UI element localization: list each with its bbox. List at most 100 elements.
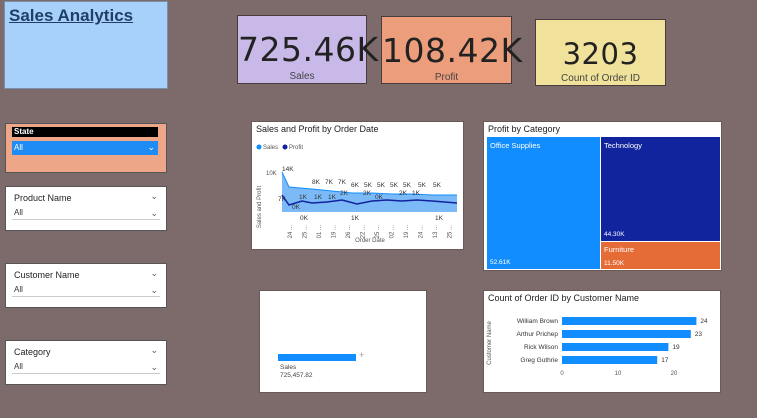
bar-value-label: 24 [700,318,708,325]
treemap-tile-value: 11.50K [604,260,625,267]
profit-data-label: 2K [363,190,372,197]
treemap-tile-label: Office Supplies [490,141,541,150]
profit-data-label: 1K [328,194,337,201]
state-dropdown-value: All [14,143,23,152]
sales-data-label: 5K [377,182,386,189]
bar-chart-ylabel: Customer Name [487,321,493,365]
x-tick-label: 24 ... [419,225,425,239]
bar[interactable] [562,343,669,351]
x-tick-label: 25 ... [448,225,454,239]
kpi-profit-card[interactable]: 108.42K Profit [381,16,523,84]
legend-sales-marker [256,144,262,150]
chevron-down-icon: ⌄ [150,362,158,372]
customer-slicer-header: Customer Name [14,270,80,280]
state-slicer[interactable]: State All ⌄ [5,123,167,173]
sales-data-label: 5K [390,182,399,189]
sales-profit-line-chart[interactable]: Sales and Profit by Order Date Sales Pro… [251,121,464,250]
kpi-profit-label: Profit [434,72,459,83]
orders-by-customer-bar-chart[interactable]: Count of Order ID by Customer Name Custo… [483,290,721,393]
zero-data-label: 0K [292,204,301,211]
sales-data-label: 14K [282,166,294,173]
sales-data-label: 5K [433,182,442,189]
zero-data-label: 0K [300,215,309,222]
treemap-tile-value: 44.30K [604,231,625,238]
profit-data-label: 1K [299,194,308,201]
sales-data-label: 5K [364,182,373,189]
x-axis-ticks: 24 ... 25 ... 01 ... 19 ... 26 ... 22 ... 25 .… [288,225,454,239]
bar-category-label: William Brown [517,318,559,325]
x-tick-label: 22 ... [361,225,367,239]
state-dropdown[interactable]: All ⌄ [12,141,158,155]
legend-profit: Profit [289,145,303,151]
treemap-tile-label: Furniture [604,245,635,254]
x-tick-label: 13 ... [433,225,439,239]
chevron-down-icon[interactable]: ⌄ [150,345,158,356]
sales-data-label: 5K [403,182,412,189]
x-tick-label: 02 ... [390,225,396,239]
bar[interactable] [562,330,691,338]
chevron-down-icon[interactable]: ⌄ [150,191,158,202]
treemap-tile-technology[interactable]: Technology 44.30K [601,137,720,241]
bar[interactable] [562,356,658,364]
kpi-profit-value: 108.42K [382,31,523,70]
line-chart-xlabel: Order Date [355,238,385,244]
kpi-orders-value: 3203 [562,37,639,71]
chevron-down-icon: ⌄ [150,285,158,295]
chevron-down-icon[interactable]: ⌄ [150,268,158,279]
customer-slicer[interactable]: Customer Name ⌄ All ⌄ [5,263,167,308]
category-dropdown-value: All [14,362,23,371]
sales-data-label: 5K [418,182,427,189]
sales-bar [278,354,356,361]
state-slicer-header: State [12,127,158,137]
sales-data-label: 6K [351,182,360,189]
bar-x-axis: 0 10 20 [560,371,678,377]
x-tick-label: 19 ... [404,225,410,239]
sales-bar-card[interactable]: + Sales 725,457.82 [259,290,427,393]
profit-treemap[interactable]: Profit by Category Office Supplies 52.61… [483,121,722,271]
product-dropdown-value: All [14,208,23,217]
x-tick-label: 26 ... [346,225,352,239]
kpi-orders-label: Count of Order ID [561,73,640,84]
x-tick-label: 24 ... [288,225,294,239]
zero-data-label: 1K [435,215,444,222]
kpi-sales-card[interactable]: 725.46K Sales [237,15,378,84]
x-tick-label: 25 ... [375,225,381,239]
treemap-tile-value: 52.61K [490,259,511,266]
product-dropdown[interactable]: All ⌄ [12,206,160,220]
legend-sales: Sales [263,145,278,151]
bar-category-label: Greg Guthrie [520,357,558,364]
treemap-tile-office-supplies[interactable]: Office Supplies 52.61K [487,137,600,269]
bar-chart-svg: Customer Name William Brown 24 Arthur Pric… [487,317,708,377]
bar-value-label: 19 [672,344,680,351]
category-dropdown[interactable]: All ⌄ [12,360,160,374]
page-title: Sales Analytics [9,6,134,25]
profit-data-label: 1K [314,194,323,201]
treemap-tile-furniture[interactable]: Furniture 11.50K [601,242,720,269]
bar-group: William Brown 24 Arthur Prichep 23 Rick Wils… [516,317,708,364]
x-tick-label: 01 ... [317,225,323,239]
bar-x-tick: 0 [560,371,564,377]
customer-dropdown-value: All [14,285,23,294]
category-slicer-header: Category [14,347,51,357]
x-tick-label: 25 ... [303,225,309,239]
kpi-sales-label: Sales [289,71,315,82]
bar[interactable] [562,317,697,325]
profit-data-label: 1K [412,190,421,197]
category-slicer[interactable]: Category ⌄ All ⌄ [5,340,167,385]
product-slicer-header: Product Name [14,193,72,203]
product-slicer[interactable]: Product Name ⌄ All ⌄ [5,186,167,231]
chevron-down-icon: ⌄ [150,208,158,218]
sales-data-label: 8K [312,179,321,186]
line-chart-svg: Sales Profit Sales and Profit 10K 14K 8K… [256,144,458,244]
profit-data-label: 2K [340,190,349,197]
kpi-orders-card[interactable]: 3203 Count of Order ID [535,19,666,86]
profit-data-label: 7K [278,196,287,203]
profit-data-label: 0K [375,194,384,201]
title-panel: Sales Analytics [4,1,168,89]
sales-bar-label: Sales [280,364,297,371]
line-chart-ytick: 10K [266,171,277,177]
sales-data-label: 7K [338,179,347,186]
sales-data-label: 7K [325,179,334,186]
chevron-down-icon: ⌄ [147,142,155,152]
customer-dropdown[interactable]: All ⌄ [12,283,160,297]
